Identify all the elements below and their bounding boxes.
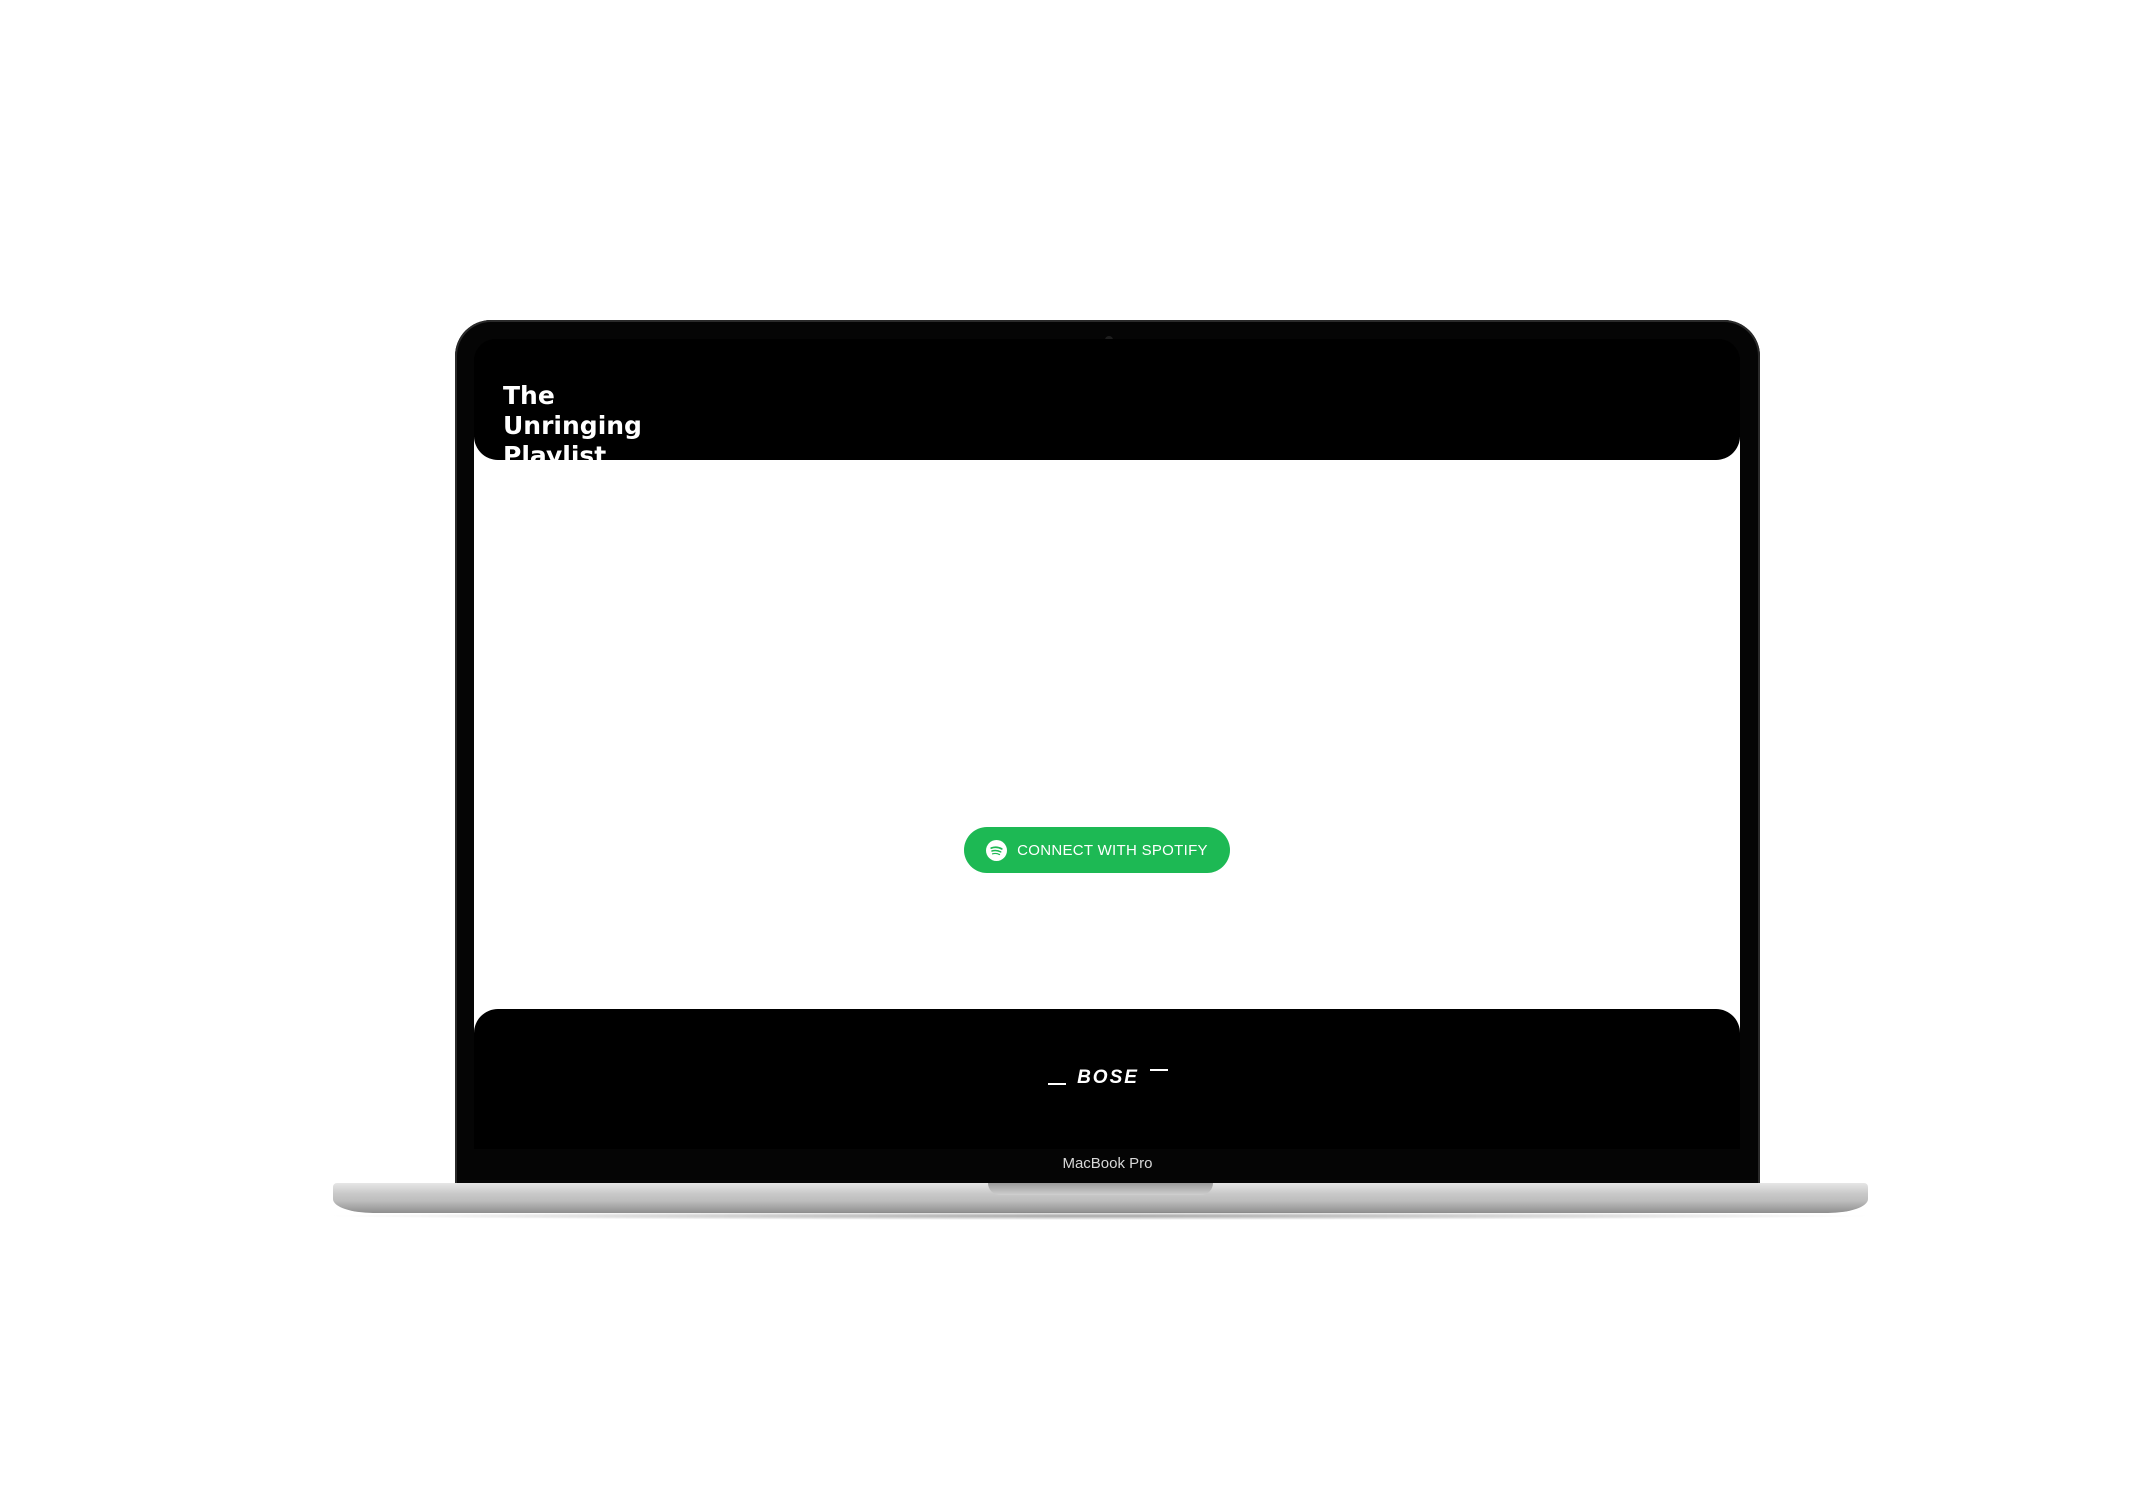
- laptop-shadow: [320, 1212, 1880, 1220]
- connect-spotify-button[interactable]: CONNECT WITH SPOTIFY: [964, 827, 1230, 873]
- laptop-lid: The Unringing Playlist CONNECT WITH SPOT…: [455, 320, 1760, 1185]
- site-main-content: CONNECT WITH SPOTIFY: [474, 437, 1740, 1033]
- laptop-base: [333, 1183, 1868, 1213]
- site-footer: BOSE: [474, 1009, 1740, 1149]
- site-header: The Unringing Playlist: [474, 339, 1740, 460]
- spotify-icon: [986, 839, 1008, 861]
- laptop-screen: The Unringing Playlist CONNECT WITH SPOT…: [474, 339, 1740, 1149]
- site-title[interactable]: The Unringing Playlist: [503, 381, 663, 460]
- svg-text:BOSE: BOSE: [1077, 1067, 1139, 1087]
- bose-logo: BOSE: [1048, 1067, 1168, 1087]
- connect-button-label: CONNECT WITH SPOTIFY: [1017, 841, 1208, 859]
- device-model-label: MacBook Pro: [1062, 1155, 1153, 1172]
- laptop-base-notch: [988, 1183, 1213, 1195]
